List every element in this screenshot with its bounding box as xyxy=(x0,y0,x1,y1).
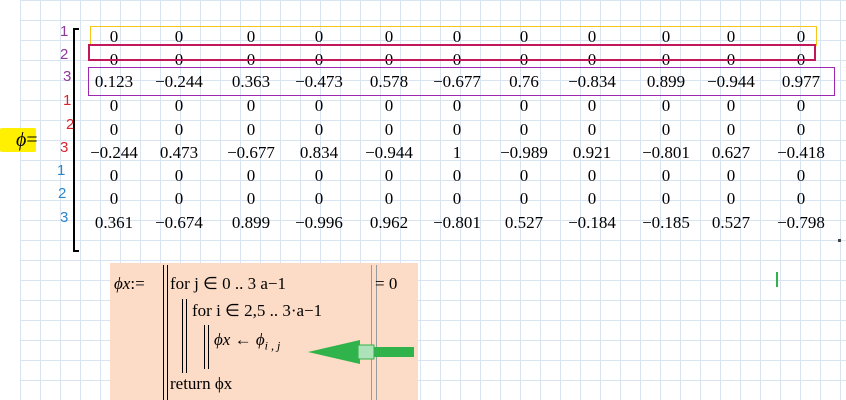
program-bar-inner-2 xyxy=(186,299,187,373)
program-result: = 0 xyxy=(375,274,398,293)
matrix-cell: 0.527 xyxy=(711,213,751,232)
matrix-cell: −0.944 xyxy=(365,143,413,162)
matrix-row-label: 1 xyxy=(60,23,69,40)
matrix-cell: −0.185 xyxy=(642,213,690,232)
program-lhs: ϕx:= xyxy=(114,274,145,293)
matrix-cell: 0 xyxy=(796,120,806,139)
matrix-cell: −0.244 xyxy=(90,143,138,162)
program-line-for-i: for i ∈ 2,5 .. 3·a−1 xyxy=(192,301,323,320)
matrix-cell: 0 xyxy=(174,96,184,115)
matrix-cell: 0 xyxy=(587,166,597,185)
matrix-cell: −0.801 xyxy=(642,143,690,162)
matrix-cell: 0 xyxy=(109,166,119,185)
matrix-cell: 0 xyxy=(246,96,256,115)
matrix-cell: 0 xyxy=(452,96,462,115)
matrix-cell: 0 xyxy=(452,189,462,208)
program-region[interactable]: ϕx:= for j ∈ 0 .. 3 a−1 for i ∈ 2,5 .. 3… xyxy=(110,263,418,400)
green-arrow-icon xyxy=(308,340,414,364)
matrix-cell: 0 xyxy=(246,120,256,139)
matrix-cell: 0 xyxy=(246,189,256,208)
matrix-row-label: 2 xyxy=(58,185,67,202)
program-line-return: return ϕx xyxy=(170,374,233,393)
matrix-cell: 0 xyxy=(109,120,119,139)
matrix-cell: 0.899 xyxy=(231,213,271,232)
matrix-left-bracket xyxy=(73,28,79,252)
matrix-row-label: 1 xyxy=(57,162,66,179)
matrix-cell: −0.798 xyxy=(777,213,825,232)
matrix-cell: 0.834 xyxy=(299,143,339,162)
matrix-cell: 0 xyxy=(314,166,324,185)
matrix-cell: 0 xyxy=(109,96,119,115)
matrix-cell: 0 xyxy=(726,189,736,208)
matrix-cell: 1 xyxy=(452,143,462,162)
matrix-cell: 0 xyxy=(796,96,806,115)
matrix-cell: 0 xyxy=(519,120,529,139)
text-cursor xyxy=(776,272,778,287)
program-right-bar xyxy=(371,265,372,400)
matrix-ellipsis-mark xyxy=(838,239,841,242)
matrix-cell: −0.677 xyxy=(227,143,275,162)
matrix-cell: 0 xyxy=(726,120,736,139)
matrix-cell: 0 xyxy=(519,189,529,208)
matrix-cell: 0 xyxy=(314,120,324,139)
matrix-cell: 0.527 xyxy=(504,213,544,232)
matrix-cell: 0 xyxy=(314,96,324,115)
matrix-row-label: 1 xyxy=(63,92,72,109)
row3-highlight-box xyxy=(88,67,835,96)
program-bar-innermost xyxy=(204,325,205,369)
matrix-cell: 0 xyxy=(587,120,597,139)
matrix-cell: 0 xyxy=(796,166,806,185)
matrix-cell: 0 xyxy=(174,189,184,208)
matrix-cell: 0 xyxy=(384,166,394,185)
program-line-for-j: for j ∈ 0 .. 3 a−1 xyxy=(170,274,286,293)
matrix-cell: 0 xyxy=(314,189,324,208)
matrix-row-label: 2 xyxy=(60,46,69,63)
matrix-cell: 0.962 xyxy=(369,213,409,232)
matrix-cell: 0 xyxy=(384,96,394,115)
matrix-cell: 0 xyxy=(796,189,806,208)
matrix-cell: 0 xyxy=(384,120,394,139)
left-margin xyxy=(0,0,20,400)
matrix-cell: −0.184 xyxy=(568,213,616,232)
matrix-cell: 0 xyxy=(174,166,184,185)
matrix-cell: 0 xyxy=(519,166,529,185)
matrix-cell: 0.921 xyxy=(572,143,612,162)
matrix-row-label: 3 xyxy=(63,68,72,85)
matrix-cell: 0 xyxy=(661,96,671,115)
matrix-cell: 0.361 xyxy=(94,213,134,232)
matrix-cell: 0 xyxy=(109,189,119,208)
matrix-cell: 0 xyxy=(661,120,671,139)
matrix-variable-label[interactable]: ϕ= xyxy=(16,128,38,152)
program-bar-outer xyxy=(163,265,164,400)
matrix-cell: 0 xyxy=(661,166,671,185)
matrix-cell: −0.989 xyxy=(500,143,548,162)
matrix-cell: 0 xyxy=(726,96,736,115)
program-bar-innermost-2 xyxy=(208,325,209,369)
matrix-cell: 0 xyxy=(452,166,462,185)
matrix-cell: 0 xyxy=(174,120,184,139)
matrix-row-label: 3 xyxy=(60,139,69,156)
matrix-cell: 0 xyxy=(587,189,597,208)
matrix-cell: 0 xyxy=(246,166,256,185)
matrix-cell: −0.674 xyxy=(155,213,203,232)
row1-highlight-box xyxy=(90,26,817,46)
matrix-cell: −0.801 xyxy=(433,213,481,232)
matrix-cell: 0 xyxy=(452,120,462,139)
program-bar-outer-2 xyxy=(167,265,168,400)
matrix-cell: 0 xyxy=(726,166,736,185)
matrix-cell: 0 xyxy=(384,189,394,208)
matrix-cell: 0.627 xyxy=(711,143,751,162)
matrix-cell: 0.473 xyxy=(159,143,199,162)
matrix-cell: 0 xyxy=(587,96,597,115)
matrix-row-label: 3 xyxy=(60,209,69,226)
matrix-cell: −0.996 xyxy=(295,213,343,232)
matrix-cell: 0 xyxy=(519,96,529,115)
matrix-cell: 0 xyxy=(661,189,671,208)
program-line-assign: ϕx ← ϕi , j xyxy=(214,330,281,353)
row2-highlight-box xyxy=(88,44,816,61)
matrix-cell: −0.418 xyxy=(777,143,825,162)
program-bar-inner xyxy=(182,299,183,373)
